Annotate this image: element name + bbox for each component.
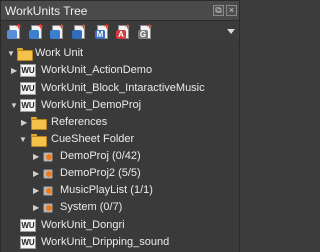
workunit-tree: ▼ Work Unit ▶ WU WorkUnit_ActionDemo WU …: [1, 43, 239, 252]
close-icon[interactable]: ×: [226, 5, 237, 16]
toolbar: + + + + M + A + G +: [1, 22, 239, 42]
new-workunit-b-button[interactable]: +: [50, 22, 66, 40]
panel-title: WorkUnits Tree: [5, 4, 88, 18]
new-workunit-c-button[interactable]: +: [72, 22, 88, 40]
new-workunit-a-button[interactable]: +: [29, 22, 45, 40]
workunit-icon: WU: [20, 219, 36, 232]
expand-down-icon[interactable]: ▼: [7, 46, 15, 61]
workunit-icon: WU: [20, 99, 36, 112]
workunits-tree-panel: WorkUnits Tree ⧉ × + + + + M+ A+ G+ ▼: [0, 0, 240, 252]
folder-open-icon: [31, 134, 47, 147]
expand-down-icon[interactable]: ▼: [19, 132, 27, 147]
tree-item-label: WorkUnit_Block_IntaractiveMusic: [41, 82, 205, 94]
tree-item-label: CueSheet Folder: [51, 133, 135, 145]
cuesheet-icon: [42, 167, 55, 180]
tree-item-actiondemo[interactable]: ▶ WU WorkUnit_ActionDemo: [1, 63, 239, 78]
tree-item-label: WorkUnit_Dripping_sound: [41, 236, 170, 248]
title-bar: WorkUnits Tree ⧉ ×: [1, 1, 239, 21]
tree-item-label: DemoProj2 (5/5): [60, 167, 141, 179]
tree-item-label: Work Unit: [35, 47, 84, 59]
cuesheet-icon: [42, 184, 55, 197]
expand-down-icon[interactable]: ▼: [10, 98, 18, 113]
tree-item-root[interactable]: ▼ Work Unit: [1, 46, 239, 61]
folder-icon: [31, 117, 47, 130]
toolbar-dropdown-icon[interactable]: [227, 29, 235, 34]
new-workunit-button[interactable]: +: [7, 22, 23, 40]
expand-right-icon[interactable]: ▶: [21, 115, 27, 130]
tree-item-label: References: [51, 116, 108, 128]
tree-item-cuesheet-demoproj[interactable]: ▶ DemoProj (0/42): [1, 149, 239, 164]
folder-open-icon: [17, 48, 33, 61]
tree-item-label: DemoProj (0/42): [60, 150, 141, 162]
float-icon[interactable]: ⧉: [213, 5, 224, 16]
tree-item-label: WorkUnit_DemoProj: [41, 99, 142, 111]
new-gain-button[interactable]: G +: [138, 22, 154, 40]
tree-item-label: MusicPlayList (1/1): [60, 184, 153, 196]
expand-right-icon[interactable]: ▶: [33, 183, 39, 198]
tree-item-block-interactive-music[interactable]: WU WorkUnit_Block_IntaractiveMusic: [1, 81, 239, 96]
tree-item-cuesheet-folder[interactable]: ▼ CueSheet Folder: [1, 132, 239, 147]
cuesheet-icon: [42, 201, 55, 214]
expand-right-icon[interactable]: ▶: [33, 200, 39, 215]
tree-item-demoproj[interactable]: ▼ WU WorkUnit_DemoProj: [1, 98, 239, 113]
tree-item-cuesheet-musicplaylist[interactable]: ▶ MusicPlayList (1/1): [1, 183, 239, 198]
expand-right-icon[interactable]: ▶: [11, 63, 17, 78]
tree-item-references[interactable]: ▶ References: [1, 115, 239, 130]
tree-item-dripping-sound[interactable]: WU WorkUnit_Dripping_sound: [1, 235, 239, 250]
new-aisac-button[interactable]: A +: [116, 22, 132, 40]
tree-item-cuesheet-demoproj2[interactable]: ▶ DemoProj2 (5/5): [1, 166, 239, 181]
expand-right-icon[interactable]: ▶: [33, 166, 39, 181]
workunit-icon: WU: [20, 82, 36, 95]
cuesheet-icon: [42, 150, 55, 163]
tree-item-label: WorkUnit_ActionDemo: [41, 64, 153, 76]
workunit-icon: WU: [20, 64, 36, 77]
tree-item-label: System (0/7): [60, 201, 123, 213]
new-material-button[interactable]: M +: [95, 22, 111, 40]
tree-item-cuesheet-system[interactable]: ▶ System (0/7): [1, 200, 239, 215]
tree-item-label: WorkUnit_Dongri: [41, 219, 125, 231]
tree-item-dongri[interactable]: WU WorkUnit_Dongri: [1, 218, 239, 233]
workunit-icon: WU: [20, 236, 36, 249]
expand-right-icon[interactable]: ▶: [33, 149, 39, 164]
